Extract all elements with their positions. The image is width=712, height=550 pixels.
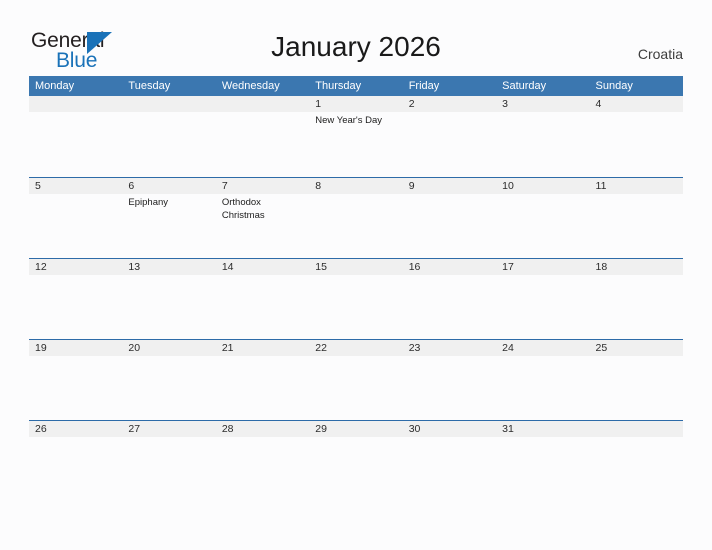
day-number: 13 bbox=[128, 261, 141, 273]
calendar-day-cell[interactable]: 23 bbox=[403, 340, 496, 356]
day-number: 11 bbox=[595, 180, 607, 192]
calendar-day-cell-empty bbox=[590, 421, 683, 437]
calendar-day-cell[interactable]: 27 bbox=[122, 421, 215, 437]
day-number: 21 bbox=[221, 342, 234, 354]
calendar-day-cell-empty bbox=[216, 96, 309, 128]
calendar-day-cell[interactable]: 11 bbox=[590, 178, 683, 222]
calendar-day-cell[interactable]: 15 bbox=[309, 259, 402, 275]
day-number: 15 bbox=[315, 261, 327, 273]
day-number: 6 bbox=[128, 180, 135, 192]
weekday-header-sunday: Sunday bbox=[595, 80, 633, 92]
calendar-day-cell-empty bbox=[29, 96, 122, 128]
day-number: 24 bbox=[502, 342, 514, 354]
calendar-day-cell[interactable]: 8 bbox=[309, 178, 402, 222]
weekday-header-friday: Friday bbox=[408, 80, 440, 92]
calendar-day-cell-empty bbox=[122, 96, 215, 128]
week-cells: 19 20 21 22 23 24 25 bbox=[29, 340, 683, 356]
day-number: 7 bbox=[221, 180, 228, 192]
calendar-day-cell[interactable]: 18 bbox=[590, 259, 683, 275]
day-number: 1 bbox=[315, 98, 322, 110]
day-events: Orthodox Christmas bbox=[222, 194, 309, 222]
day-number: 22 bbox=[315, 342, 327, 354]
calendar-day-cell[interactable]: 26 bbox=[29, 421, 122, 437]
day-number: 18 bbox=[595, 261, 608, 273]
day-events: Epiphany bbox=[128, 194, 215, 210]
calendar-day-cell[interactable]: 19 bbox=[29, 340, 122, 356]
day-number: 14 bbox=[221, 261, 234, 273]
country-label: Croatia bbox=[637, 46, 683, 62]
calendar-week-row: 12 13 14 15 16 17 18 bbox=[29, 258, 683, 339]
calendar-day-cell[interactable]: 14 bbox=[216, 259, 309, 275]
weekday-header-row: Monday Tuesday Wednesday Thursday Friday… bbox=[29, 76, 683, 96]
holiday-event-label: New Year's Day bbox=[315, 115, 383, 126]
calendar-weeks: 1 New Year's Day 2 3 4 5 6 Epiphany 7 Orthodox Ch… bbox=[29, 96, 683, 501]
page-title: January 2026 bbox=[271, 31, 441, 62]
calendar-day-cell[interactable]: 17 bbox=[496, 259, 589, 275]
weekday-header-thursday: Thursday bbox=[315, 80, 362, 92]
day-number: 2 bbox=[408, 98, 415, 110]
day-number: 8 bbox=[315, 180, 322, 192]
week-cells: 1 New Year's Day 2 3 4 bbox=[29, 96, 683, 128]
day-number: 3 bbox=[502, 98, 508, 110]
weekday-header-saturday: Saturday bbox=[502, 80, 547, 92]
day-events: New Year's Day bbox=[315, 112, 402, 128]
calendar-week-row: 5 6 Epiphany 7 Orthodox Christmas 8 9 10 11 bbox=[29, 177, 683, 258]
day-number: 4 bbox=[595, 98, 602, 110]
calendar-day-cell[interactable]: 31 bbox=[496, 421, 589, 437]
holiday-event-label: Orthodox Christmas bbox=[221, 197, 265, 221]
day-number: 27 bbox=[128, 423, 141, 435]
day-number: 17 bbox=[502, 261, 514, 273]
calendar-day-cell[interactable]: 30 bbox=[403, 421, 496, 437]
calendar-day-cell[interactable]: 7 Orthodox Christmas bbox=[216, 178, 309, 222]
calendar-day-cell[interactable]: 4 bbox=[590, 96, 683, 128]
calendar-day-cell[interactable]: 20 bbox=[122, 340, 215, 356]
day-number: 29 bbox=[315, 423, 327, 435]
calendar-day-cell[interactable]: 29 bbox=[309, 421, 402, 437]
calendar-day-cell[interactable]: 16 bbox=[403, 259, 496, 275]
calendar-week-row: 1 New Year's Day 2 3 4 bbox=[29, 96, 683, 177]
weekday-header-monday: Monday bbox=[35, 80, 75, 92]
calendar-day-cell[interactable]: 6 Epiphany bbox=[122, 178, 215, 222]
day-number: 19 bbox=[35, 342, 47, 354]
holiday-event-label: Epiphany bbox=[128, 197, 169, 208]
day-number: 30 bbox=[408, 423, 421, 435]
weekday-header-wednesday: Wednesday bbox=[221, 80, 280, 92]
day-number: 5 bbox=[35, 180, 41, 192]
calendar-day-cell[interactable]: 10 bbox=[496, 178, 589, 222]
day-number: 16 bbox=[408, 261, 421, 273]
calendar-day-cell[interactable]: 5 bbox=[29, 178, 122, 222]
calendar-day-cell[interactable]: 13 bbox=[122, 259, 215, 275]
weekday-header-tuesday: Tuesday bbox=[128, 80, 171, 92]
calendar-week-row: 19 20 21 22 23 24 25 bbox=[29, 339, 683, 420]
page-header: General Blue January 2026 Croatia bbox=[0, 0, 712, 76]
day-number: 10 bbox=[502, 180, 514, 192]
day-number: 31 bbox=[502, 423, 514, 435]
week-cells: 12 13 14 15 16 17 18 bbox=[29, 259, 683, 275]
calendar-day-cell[interactable]: 12 bbox=[29, 259, 122, 275]
calendar-day-cell[interactable]: 25 bbox=[590, 340, 683, 356]
week-cells: 5 6 Epiphany 7 Orthodox Christmas 8 9 10 11 bbox=[29, 178, 683, 222]
day-number: 20 bbox=[128, 342, 141, 354]
day-number: 12 bbox=[35, 261, 47, 273]
calendar-day-cell[interactable]: 22 bbox=[309, 340, 402, 356]
calendar-day-cell[interactable]: 28 bbox=[216, 421, 309, 437]
calendar-day-cell[interactable]: 21 bbox=[216, 340, 309, 356]
day-number: 28 bbox=[221, 423, 234, 435]
calendar-day-cell[interactable]: 2 bbox=[403, 96, 496, 128]
day-number: 25 bbox=[595, 342, 608, 354]
day-number: 9 bbox=[408, 180, 415, 192]
calendar-day-cell[interactable]: 24 bbox=[496, 340, 589, 356]
calendar-week-row: 26 27 28 29 30 31 bbox=[29, 420, 683, 501]
day-number: 26 bbox=[35, 423, 47, 435]
week-cells: 26 27 28 29 30 31 bbox=[29, 421, 683, 437]
day-number: 23 bbox=[408, 342, 421, 354]
calendar-day-cell[interactable]: 3 bbox=[496, 96, 589, 128]
calendar-day-cell[interactable]: 9 bbox=[403, 178, 496, 222]
calendar-grid: Monday Tuesday Wednesday Thursday Friday… bbox=[29, 76, 683, 501]
calendar-day-cell[interactable]: 1 New Year's Day bbox=[309, 96, 402, 128]
